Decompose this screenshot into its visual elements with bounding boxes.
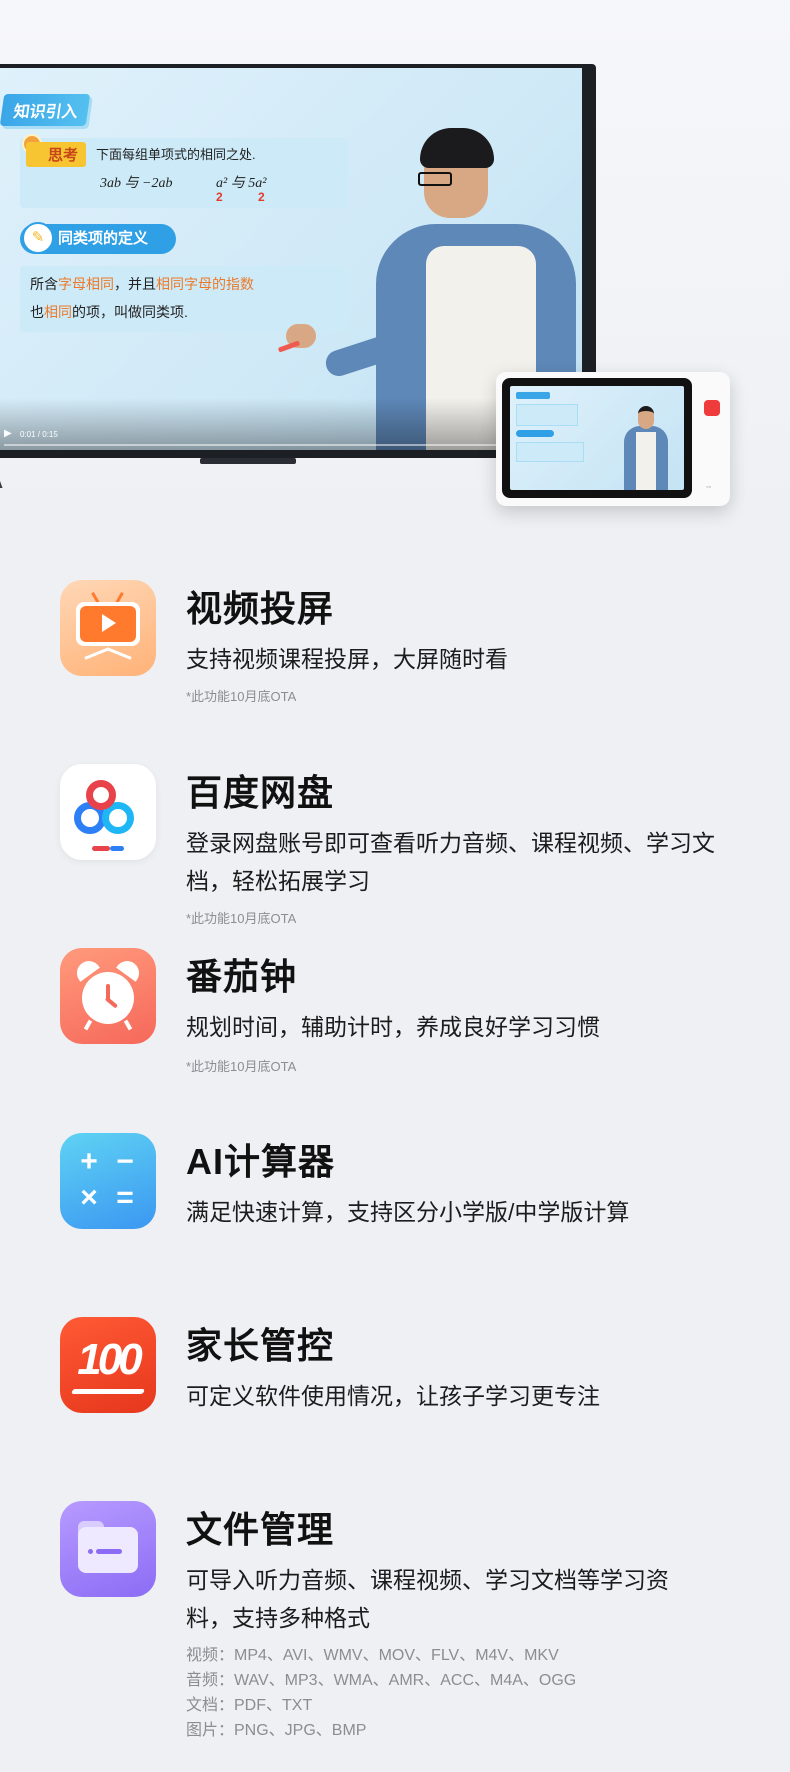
feature-desc: 支持视频课程投屏，大屏随时看 bbox=[186, 646, 508, 672]
format-list: 视频：MP4、AVI、WMV、MOV、FLV、M4V、MKV 音频：WAV、MP… bbox=[186, 1643, 576, 1743]
device-button bbox=[704, 400, 720, 416]
plus-glyph: + bbox=[80, 1145, 98, 1178]
def-text: ，并且 bbox=[114, 276, 156, 292]
def-highlight: 字母相同 bbox=[58, 276, 114, 292]
feature-title: 家长管控 bbox=[186, 1325, 335, 1366]
feature-note: *此功能10月底OTA bbox=[186, 911, 297, 926]
knowledge-tag: 知识引入 bbox=[0, 94, 91, 126]
think-question: 下面每组单项式的相同之处. bbox=[96, 147, 256, 162]
progress-bar[interactable] bbox=[4, 444, 574, 446]
feature-title: 百度网盘 bbox=[186, 772, 335, 813]
feature-title: 番茄钟 bbox=[186, 956, 298, 997]
feature-title: 文件管理 bbox=[186, 1509, 335, 1550]
exponent-mark: 2 bbox=[216, 190, 223, 204]
format-audio: 音频：WAV、MP3、WMA、AMR、ACC、M4A、OGG bbox=[186, 1672, 577, 1689]
alarm-clock-icon bbox=[60, 948, 156, 1044]
pencil-icon: ✎ bbox=[22, 222, 54, 254]
think-box: 思考 下面每组单项式的相同之处. 3ab 与 −2ab a² 与 5a² 2 2 bbox=[20, 134, 348, 208]
definition-box: 所含字母相同，并且相同字母的指数 也相同的项，叫做同类项. bbox=[20, 266, 348, 332]
device-screen bbox=[502, 378, 692, 498]
play-icon[interactable]: ▶ bbox=[4, 428, 12, 439]
definition-tag-label: 同类项的定义 bbox=[58, 230, 149, 247]
format-video: 视频：MP4、AVI、WMV、MOV、FLV、M4V、MKV bbox=[186, 1647, 559, 1664]
definition-line-1: 所含字母相同，并且相同字母的指数 bbox=[30, 274, 254, 294]
calculator-icon: + − × = bbox=[60, 1133, 156, 1229]
learning-device: ◦◦ bbox=[496, 372, 730, 506]
tv-screen: 知识引入 思考 下面每组单项式的相同之处. 3ab 与 −2ab a² 与 5a… bbox=[0, 68, 582, 450]
screen-cast-icon bbox=[60, 580, 156, 676]
definition-line-2: 也相同的项，叫做同类项. bbox=[30, 302, 188, 322]
baidu-netdisk-icon bbox=[60, 764, 156, 860]
think-tag: 思考 bbox=[26, 142, 87, 167]
player-time: 0:01 / 0:15 bbox=[20, 430, 58, 439]
exponent-mark: 2 bbox=[258, 190, 265, 204]
feature-desc: 可定义软件使用情况，让孩子学习更专注 bbox=[186, 1383, 600, 1409]
def-highlight: 相同字母的指数 bbox=[156, 276, 254, 292]
format-image: 图片：PNG、JPG、BMP bbox=[186, 1722, 367, 1739]
device-logo: ◦◦ bbox=[706, 484, 711, 491]
equals-glyph: = bbox=[116, 1181, 134, 1214]
def-text: 所含 bbox=[30, 276, 58, 292]
feature-note: *此功能10月底OTA bbox=[186, 1059, 297, 1074]
format-doc: 文档：PDF、TXT bbox=[186, 1697, 313, 1714]
def-text: 也 bbox=[30, 304, 44, 320]
def-text: 的项，叫做同类项. bbox=[72, 304, 188, 320]
times-glyph: × bbox=[80, 1181, 98, 1214]
expression-2: a² 与 5a² bbox=[216, 176, 267, 191]
expression-1: 3ab 与 −2ab bbox=[100, 176, 173, 191]
hero-banner: 知识引入 思考 下面每组单项式的相同之处. 3ab 与 −2ab a² 与 5a… bbox=[0, 0, 790, 520]
icon-text: 100 bbox=[77, 1335, 142, 1384]
minus-glyph: − bbox=[116, 1145, 134, 1178]
feature-title: AI计算器 bbox=[186, 1141, 336, 1182]
feature-desc: 登录网盘账号即可查看听力音频、课程视频、学习文档，轻松拓展学习 bbox=[186, 830, 715, 894]
feature-desc: 可导入听力音频、课程视频、学习文档等学习资料，支持多种格式 bbox=[186, 1567, 669, 1631]
feature-desc: 规划时间，辅助计时，养成良好学习习惯 bbox=[186, 1014, 600, 1040]
score-100-icon: 100 bbox=[60, 1317, 156, 1413]
folder-icon bbox=[60, 1501, 156, 1597]
definition-tag: ✎ 同类项的定义 bbox=[20, 222, 176, 254]
video-player-bar: ▶ 0:01 / 0:15 bbox=[0, 398, 582, 450]
tv-stand-bar bbox=[200, 458, 296, 464]
def-highlight: 相同 bbox=[44, 304, 72, 320]
feature-title: 视频投屏 bbox=[186, 588, 335, 629]
feature-note: *此功能10月底OTA bbox=[186, 689, 297, 704]
feature-desc: 满足快速计算，支持区分小学版/中学版计算 bbox=[186, 1199, 630, 1225]
